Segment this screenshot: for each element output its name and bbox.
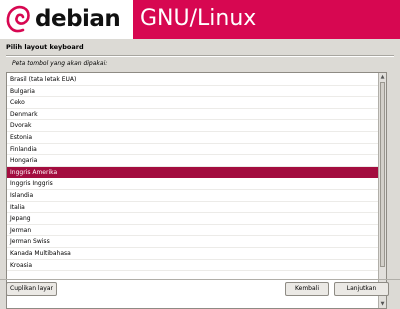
- list-item[interactable]: Estonia: [7, 132, 379, 144]
- list-item[interactable]: Brasil (tata letak EUA): [7, 74, 379, 86]
- list-item[interactable]: Bulgaria: [7, 86, 379, 98]
- list-item[interactable]: Inggris Inggris: [7, 178, 379, 190]
- list-item[interactable]: Dvorak: [7, 120, 379, 132]
- list-item[interactable]: Jepang: [7, 213, 379, 225]
- list-item[interactable]: Jerman Swiss: [7, 236, 379, 248]
- scroll-down-arrow-icon[interactable]: ▼: [379, 300, 386, 308]
- scrollbar-thumb[interactable]: [380, 82, 385, 267]
- instruction-text: Peta tombol yang akan dipakai:: [12, 60, 108, 67]
- list-item[interactable]: Denmark: [7, 109, 379, 121]
- divider: [0, 279, 400, 280]
- back-button[interactable]: Kembali: [285, 282, 329, 296]
- list-item[interactable]: Italia: [7, 202, 379, 214]
- os-name: GNU/Linux: [140, 6, 257, 31]
- list-item[interactable]: Kanada Multibahasa: [7, 248, 379, 260]
- installer-main: Pilih layout keyboard Peta tombol yang a…: [0, 39, 400, 309]
- scrollbar[interactable]: ▲ ▼: [378, 73, 386, 308]
- continue-button[interactable]: Lanjutkan: [334, 282, 389, 296]
- scroll-up-arrow-icon[interactable]: ▲: [379, 73, 386, 81]
- keyboard-layout-list[interactable]: Brasil (tata letak EUA) Bulgaria Ceko Denma…: [6, 72, 387, 309]
- screenshot-button[interactable]: Cuplikan layar: [6, 282, 57, 296]
- debian-swirl-icon: [6, 5, 30, 33]
- list-item[interactable]: Hongaria: [7, 155, 379, 167]
- list-item[interactable]: Ceko: [7, 97, 379, 109]
- list-rows: Brasil (tata letak EUA) Bulgaria Ceko Denma…: [7, 74, 379, 272]
- list-item[interactable]: Inggris Amerika: [7, 166, 379, 179]
- list-item[interactable]: Finlandia: [7, 144, 379, 156]
- logo-text: debian: [35, 6, 121, 32]
- debian-logo: debian: [0, 0, 133, 39]
- header-banner: debian GNU/Linux: [0, 0, 400, 39]
- page-title: Pilih layout keyboard: [6, 43, 84, 51]
- list-item[interactable]: Jerman: [7, 225, 379, 237]
- divider: [6, 55, 394, 57]
- list-item[interactable]: Islandia: [7, 190, 379, 202]
- list-item[interactable]: Kroasia: [7, 260, 379, 272]
